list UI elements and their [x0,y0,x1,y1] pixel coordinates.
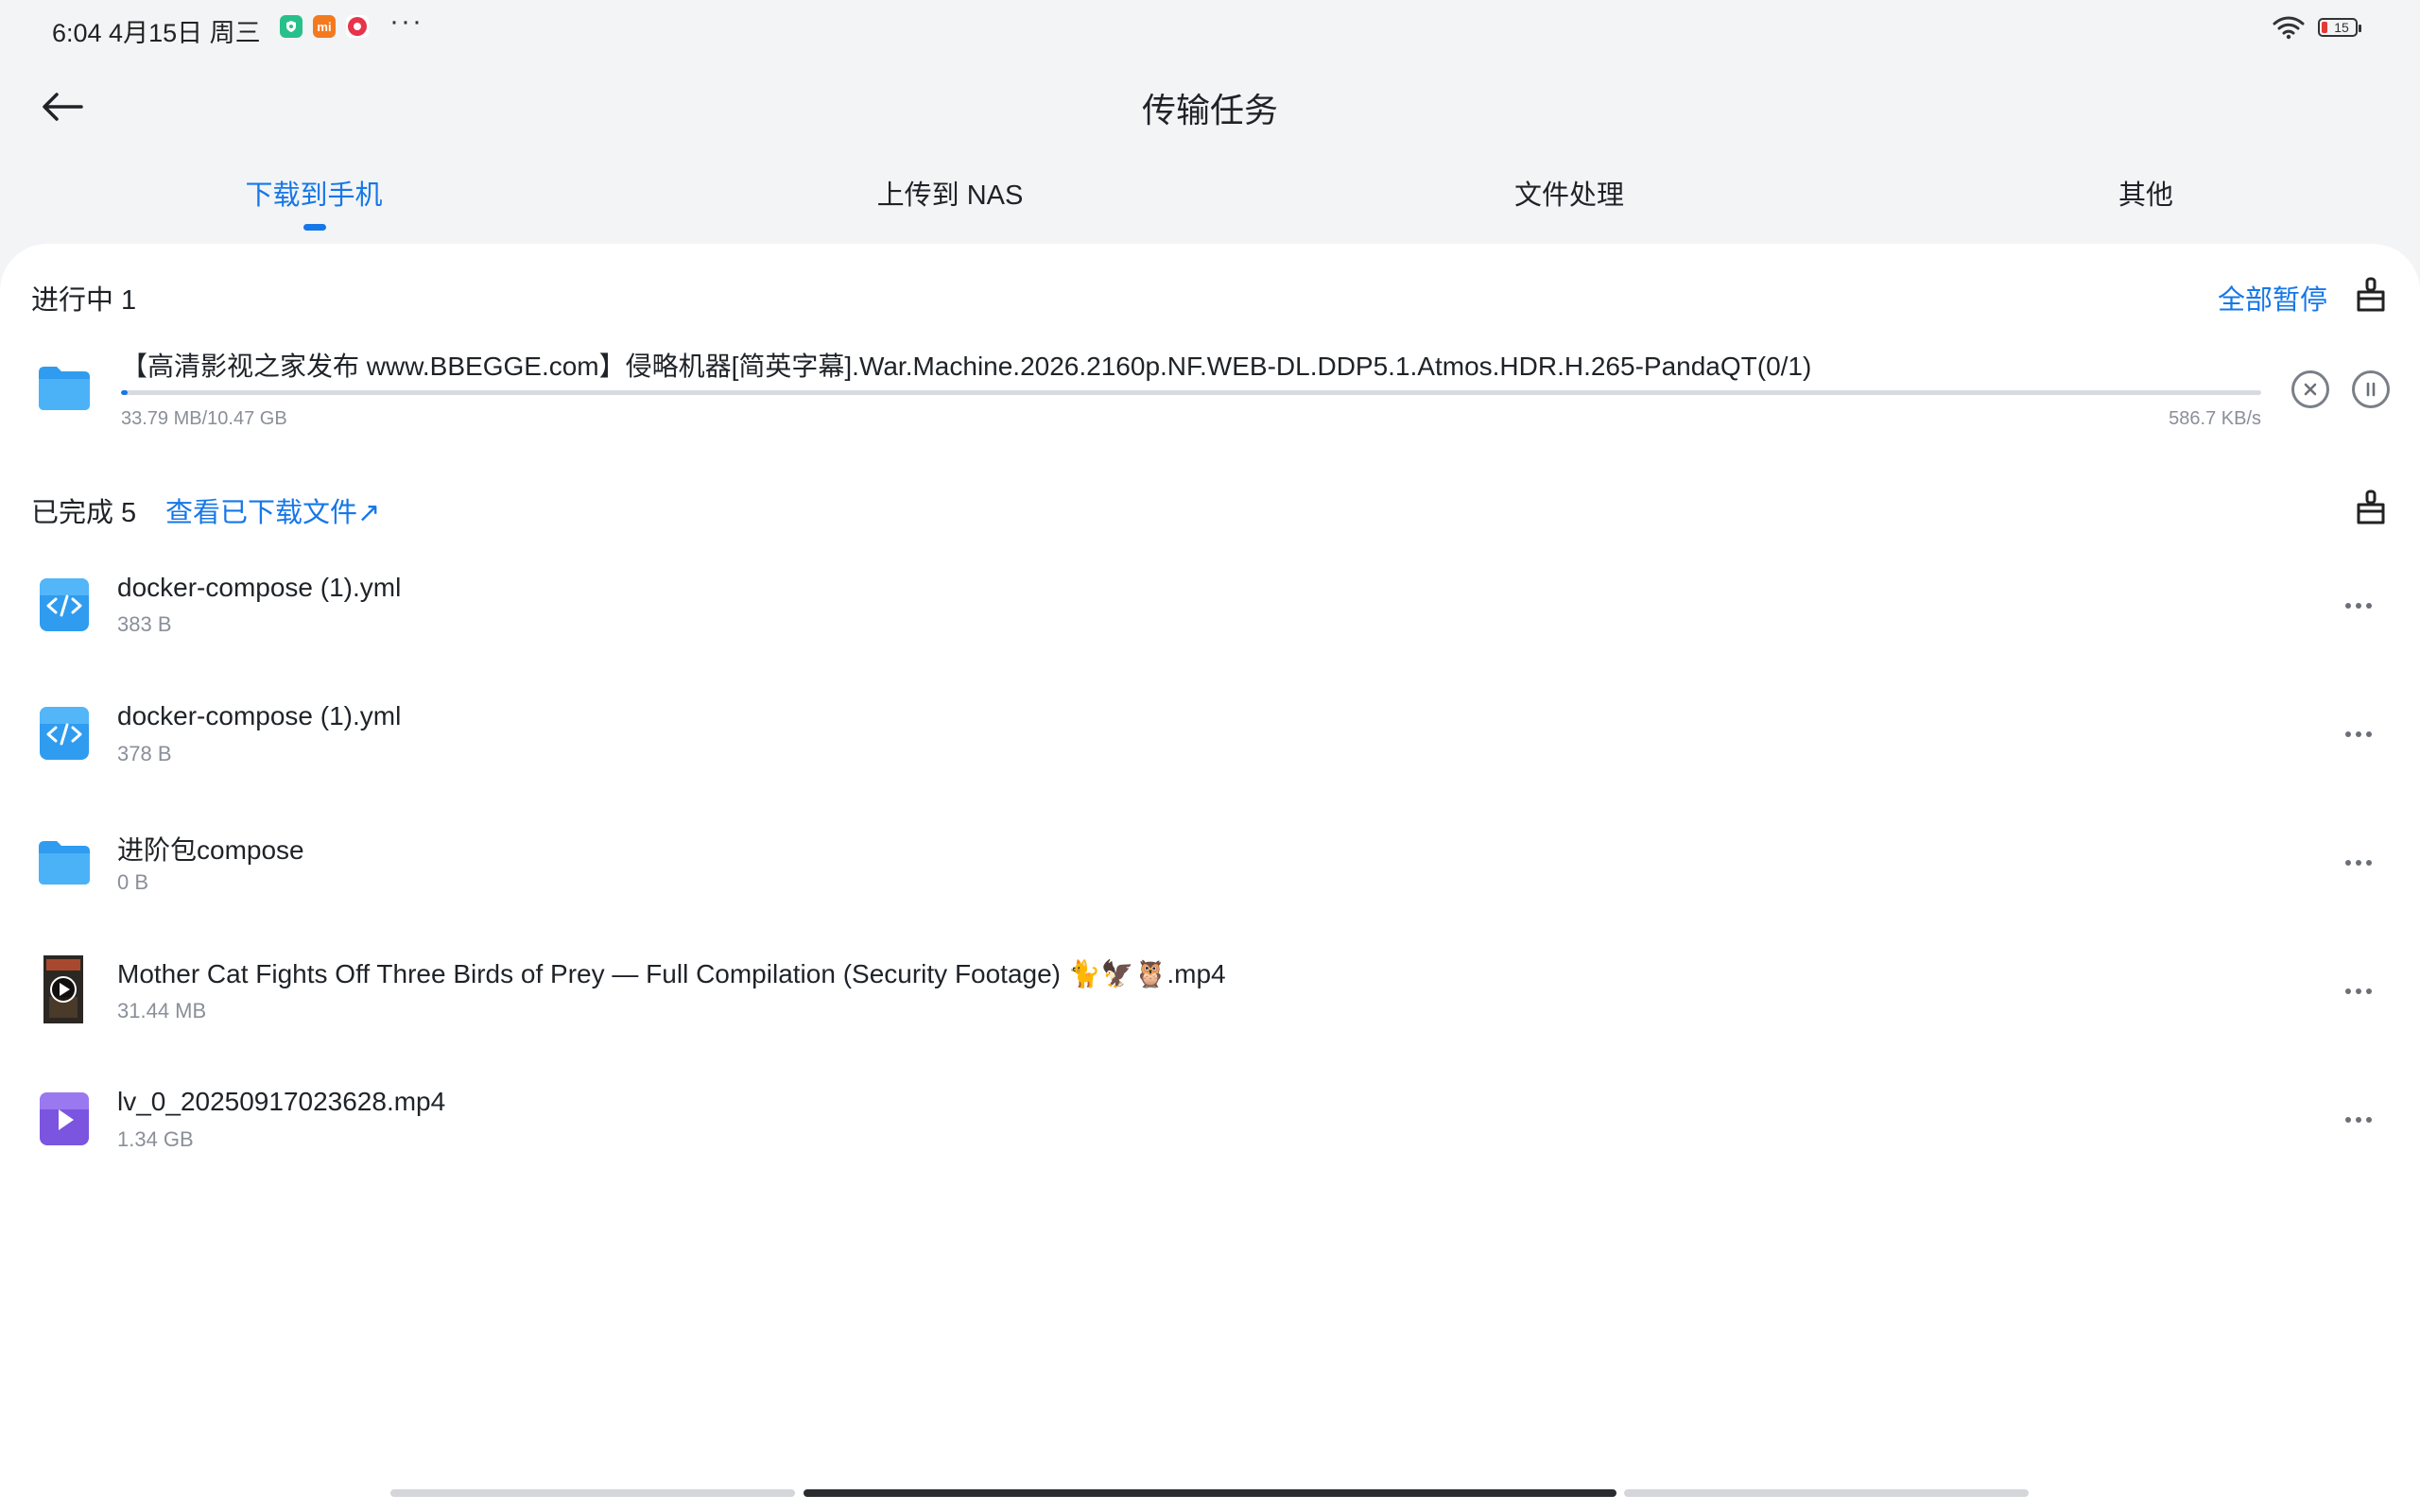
in-progress-size: 33.79 MB/10.47 GB [121,408,287,429]
video-file-icon [36,1091,93,1147]
pause-icon [2366,382,2376,397]
more-icon [2345,1117,2372,1123]
tab-other[interactable]: 其他 [2061,173,2231,213]
download-progress-fill [121,390,128,395]
more-icon [2345,603,2372,609]
tab-indicator [303,224,326,231]
completed-item-size: 383 B [117,612,172,636]
battery-level: 15 [2334,20,2349,35]
more-icon [2345,988,2372,994]
cancel-task-button[interactable] [2291,370,2329,408]
status-right: 15 [2273,15,2361,40]
more-options-button[interactable] [2335,1101,2382,1139]
broom-icon [2357,277,2385,312]
broom-icon [2357,490,2385,524]
download-progress-bar [121,390,2261,395]
task-list-card [0,244,2420,1512]
wifi-icon [2273,16,2305,40]
battery-icon: 15 [2318,18,2361,37]
status-more-icon: ··· [389,6,424,37]
more-options-button[interactable] [2335,972,2382,1010]
pause-all-button[interactable]: 全部暂停 [2218,278,2327,318]
completed-item-name: 进阶包compose [117,835,304,865]
video-thumbnail-icon [43,955,83,1023]
clear-in-progress-button[interactable] [2350,274,2392,316]
more-options-button[interactable] [2335,715,2382,753]
completed-item-name: docker-compose (1).yml [117,573,402,602]
tab-upload-to-nas[interactable]: 上传到 NAS [832,173,1068,213]
code-file-icon [36,576,93,633]
code-file-icon [36,705,93,762]
completed-item-size: 378 B [117,742,172,765]
in-progress-speed: 586.7 KB/s [2169,408,2261,429]
close-icon [2304,383,2317,396]
status-time: 6:04 4月15日 周三 [52,19,261,47]
folder-icon [36,359,93,416]
in-progress-title: 进行中 1 [31,285,137,316]
status-app-icons: mi [280,15,369,38]
recorder-app-icon [346,15,369,38]
status-bar: 6:04 4月15日 周三 mi ··· 15 [0,0,2420,55]
more-icon [2345,731,2372,737]
completed-item-size: 1.34 GB [117,1127,194,1151]
page-title: 传输任务 [1141,91,1278,129]
more-options-button[interactable] [2335,587,2382,625]
clear-completed-button[interactable] [2350,487,2392,528]
gesture-bar-right [1624,1489,2029,1497]
home-indicator[interactable] [804,1489,1616,1497]
view-downloaded-files-link[interactable]: 查看已下载文件↗ [165,490,380,530]
gesture-bar-left [390,1489,795,1497]
shield-app-icon [280,15,302,38]
more-options-button[interactable] [2335,844,2382,882]
in-progress-task-name: 【高清影视之家发布 www.BBEGGE.com】侵略机器[简英字幕].War.… [121,352,1812,381]
mi-app-icon: mi [313,15,336,38]
completed-item-name: docker-compose (1).yml [117,701,402,730]
tab-download-to-phone[interactable]: 下载到手机 [219,173,408,213]
completed-item-name: lv_0_20250917023628.mp4 [117,1087,446,1116]
folder-icon [36,833,93,890]
tab-file-processing[interactable]: 文件处理 [1475,173,1664,213]
completed-title: 已完成 5 [31,498,137,528]
completed-item-size: 31.44 MB [117,999,207,1022]
pause-task-button[interactable] [2352,370,2390,408]
more-icon [2345,860,2372,866]
completed-item-name: Mother Cat Fights Off Three Birds of Pre… [117,959,1226,988]
completed-item-size: 0 B [117,870,149,894]
